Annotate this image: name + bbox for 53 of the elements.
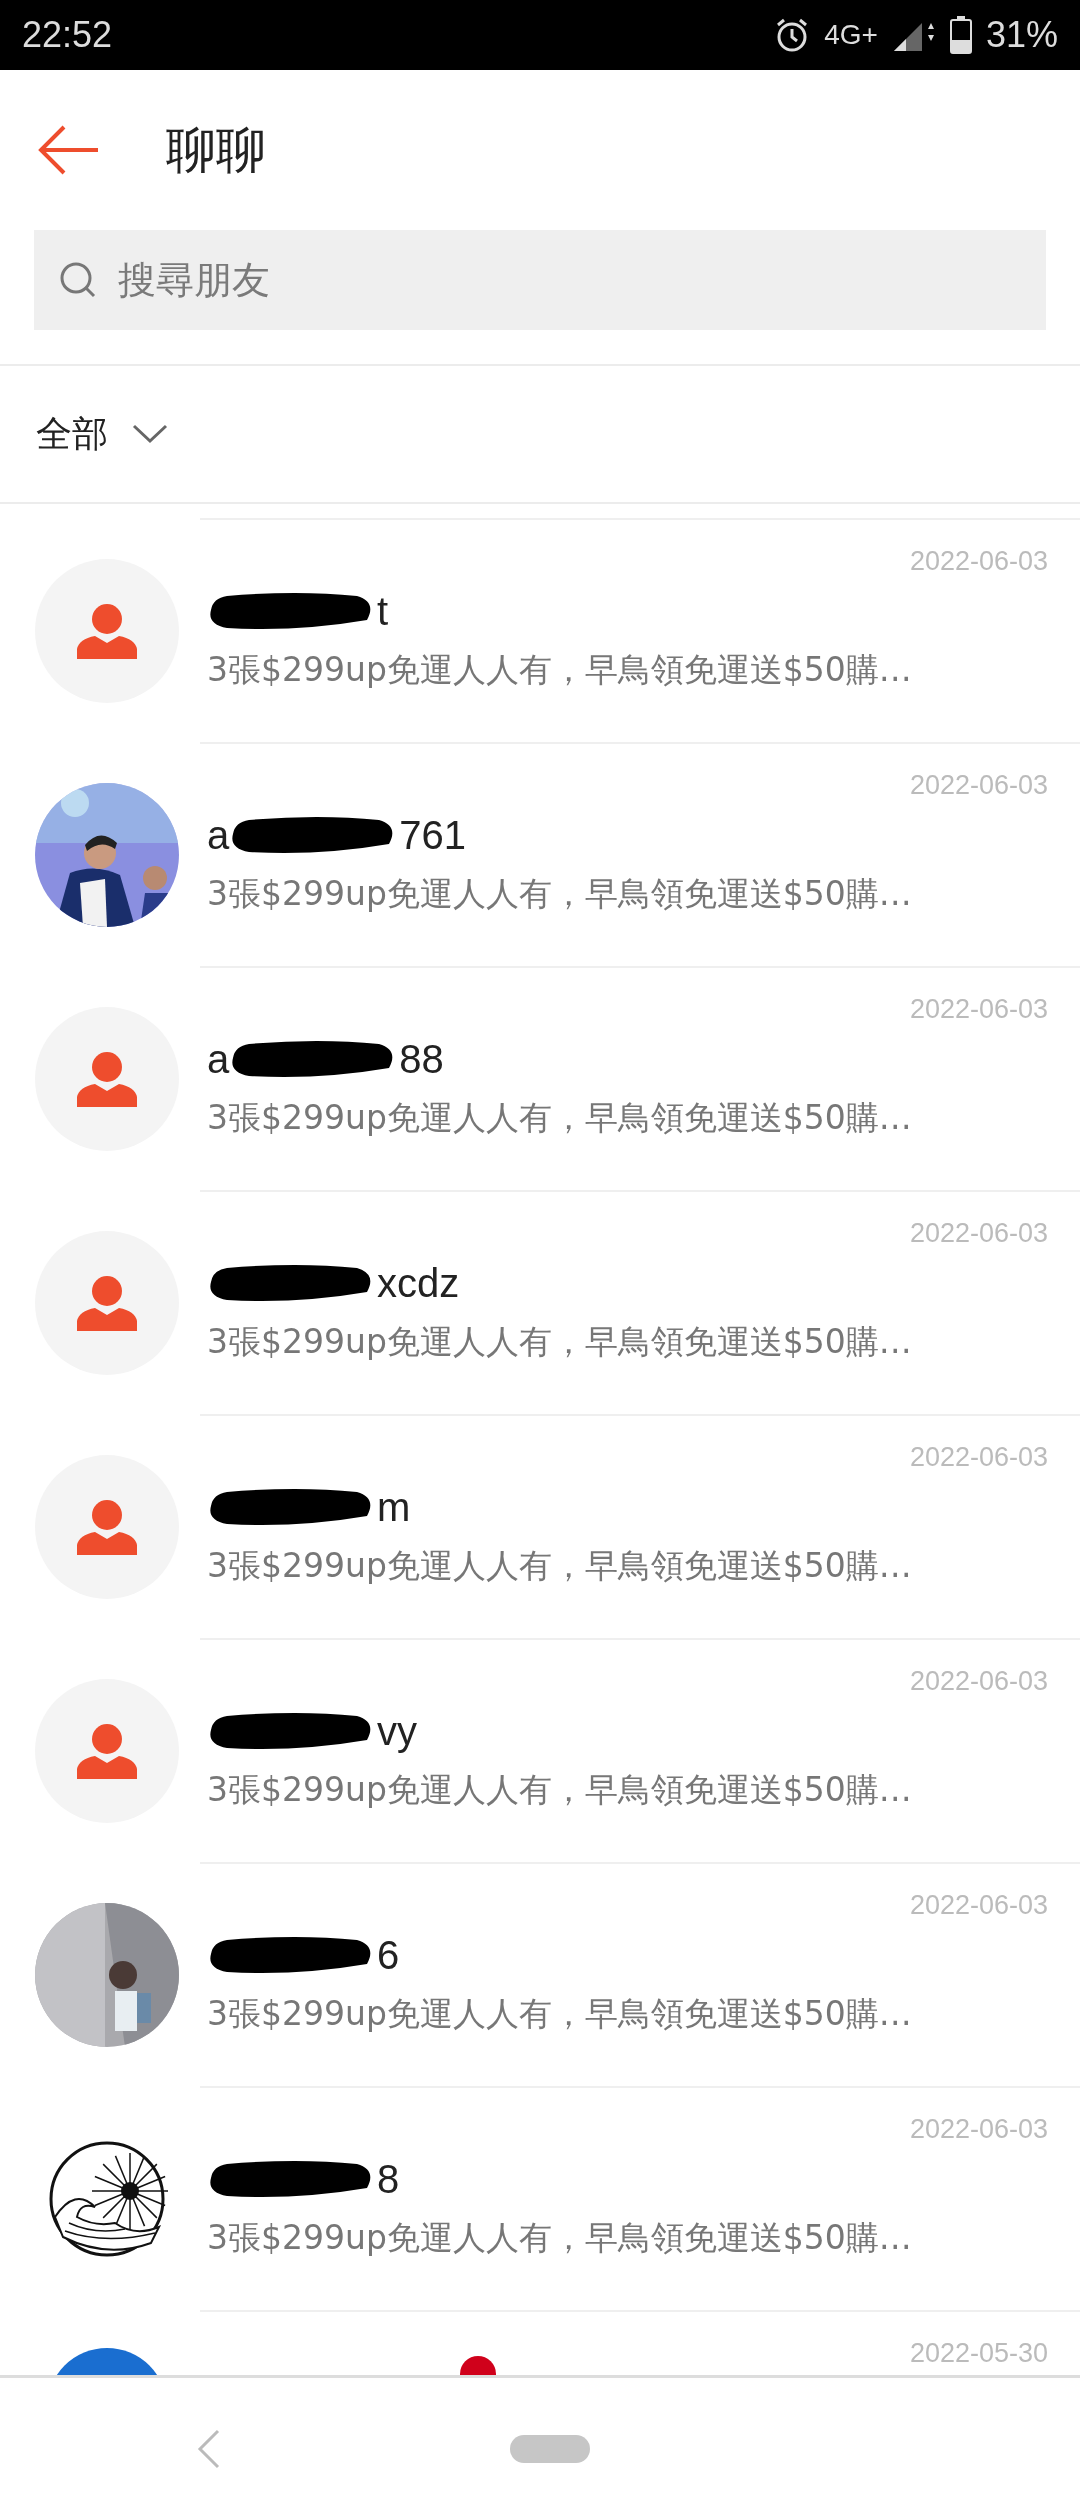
chat-message: 3張$299up免運人人有，早鳥領免運送$50購… [207,1096,913,1139]
chat-date: 2022-06-03 [909,1218,1048,1249]
person-icon [77,1051,137,1107]
person-icon [77,1275,137,1331]
chat-message: 3張$299up免運人人有，早鳥領免運送$50購… [207,648,913,691]
chat-name: 6 [377,1933,400,1978]
search-icon [58,260,98,300]
chat-date: 2022-06-03 [909,1442,1048,1473]
search-field[interactable]: 搜尋朋友 [116,257,1022,303]
chevron-down-icon [132,424,168,444]
back-nav-icon[interactable] [196,2429,220,2469]
chat-item[interactable]: 2022-06-03 m 3張$299up免運人人有，早鳥領免運送$50購… [0,1414,1080,1638]
chat-date: 2022-06-03 [909,994,1048,1025]
chat-date: 2022-06-03 [909,770,1048,801]
network-type: 4G+ [824,19,878,51]
chat-item[interactable]: 2022-06-03 xcdz 3張$299up免運人人有，早鳥領免運送$50購… [0,1190,1080,1414]
chat-date: 2022-06-03 [909,546,1048,577]
home-pill[interactable] [510,2435,590,2463]
battery-icon [949,16,972,54]
battery-percent: 31% [985,14,1058,56]
chat-item[interactable]: 2022-06-03 t 3張$299up免運人人有，早鳥領免運送$50購… [0,518,1080,742]
chat-name: xcdz [377,1261,460,1306]
chat-date: 2022-06-03 [909,1666,1048,1697]
chat-date: 2022-06-03 [909,1890,1048,1921]
chat-name: vy [377,1709,417,1754]
status-time: 22:52 [22,14,113,56]
chat-name: t [377,589,389,634]
person-icon [77,603,137,659]
page-title: 聊聊 [166,119,266,181]
chat-name: a [207,1037,230,1082]
person-icon [77,1723,137,1779]
chat-message: 3張$299up免運人人有，早鳥領免運送$50購… [207,1320,913,1363]
chat-message: 3張$299up免運人人有，早鳥領免運送$50購… [207,1992,913,2035]
chat-date: 2022-05-30 [909,2338,1048,2369]
chat-name: 761 [399,813,466,858]
chat-message: 3張$299up免運人人有，早鳥領免運送$50購… [207,872,913,915]
chat-item[interactable]: 2022-06-03 6 3張$299up免運人人有，早鳥領免運送$50購… [0,1862,1080,2086]
chat-name: 8 [377,2157,400,2202]
chat-message: 3張$299up免運人人有，早鳥領免運送$50購… [207,1768,913,1811]
chat-name: a [207,813,230,858]
chat-message: 3張$299up免運人人有，早鳥領免運送$50購… [207,2216,913,2259]
chat-item[interactable]: 2022-06-03 vy 3張$299up免運人人有，早鳥領免運送$50購… [0,1638,1080,1862]
chat-item[interactable]: 2022-06-03 a 761 3張$299up免運人人有，早鳥領免運送$50購… [0,742,1080,966]
filter-dropdown[interactable]: 全部 [36,409,168,459]
chat-name: 88 [399,1037,444,1082]
chat-item[interactable]: 2022-06-03 a 88 3張$299up免運人人有，早鳥領免運送$50購… [0,966,1080,1190]
chat-name: m [377,1485,411,1530]
search-bar[interactable]: 搜尋朋友 [34,230,1046,330]
back-arrow-icon[interactable] [38,124,100,176]
chat-item[interactable]: 2022-06-03 8 3張$299up免運人人有，早鳥領免運送$50購… [0,2086,1080,2310]
chat-message: 3張$299up免運人人有，早鳥領免運送$50購… [207,1544,913,1587]
person-icon [77,1499,137,1555]
chat-date: 2022-06-03 [909,2114,1048,2145]
